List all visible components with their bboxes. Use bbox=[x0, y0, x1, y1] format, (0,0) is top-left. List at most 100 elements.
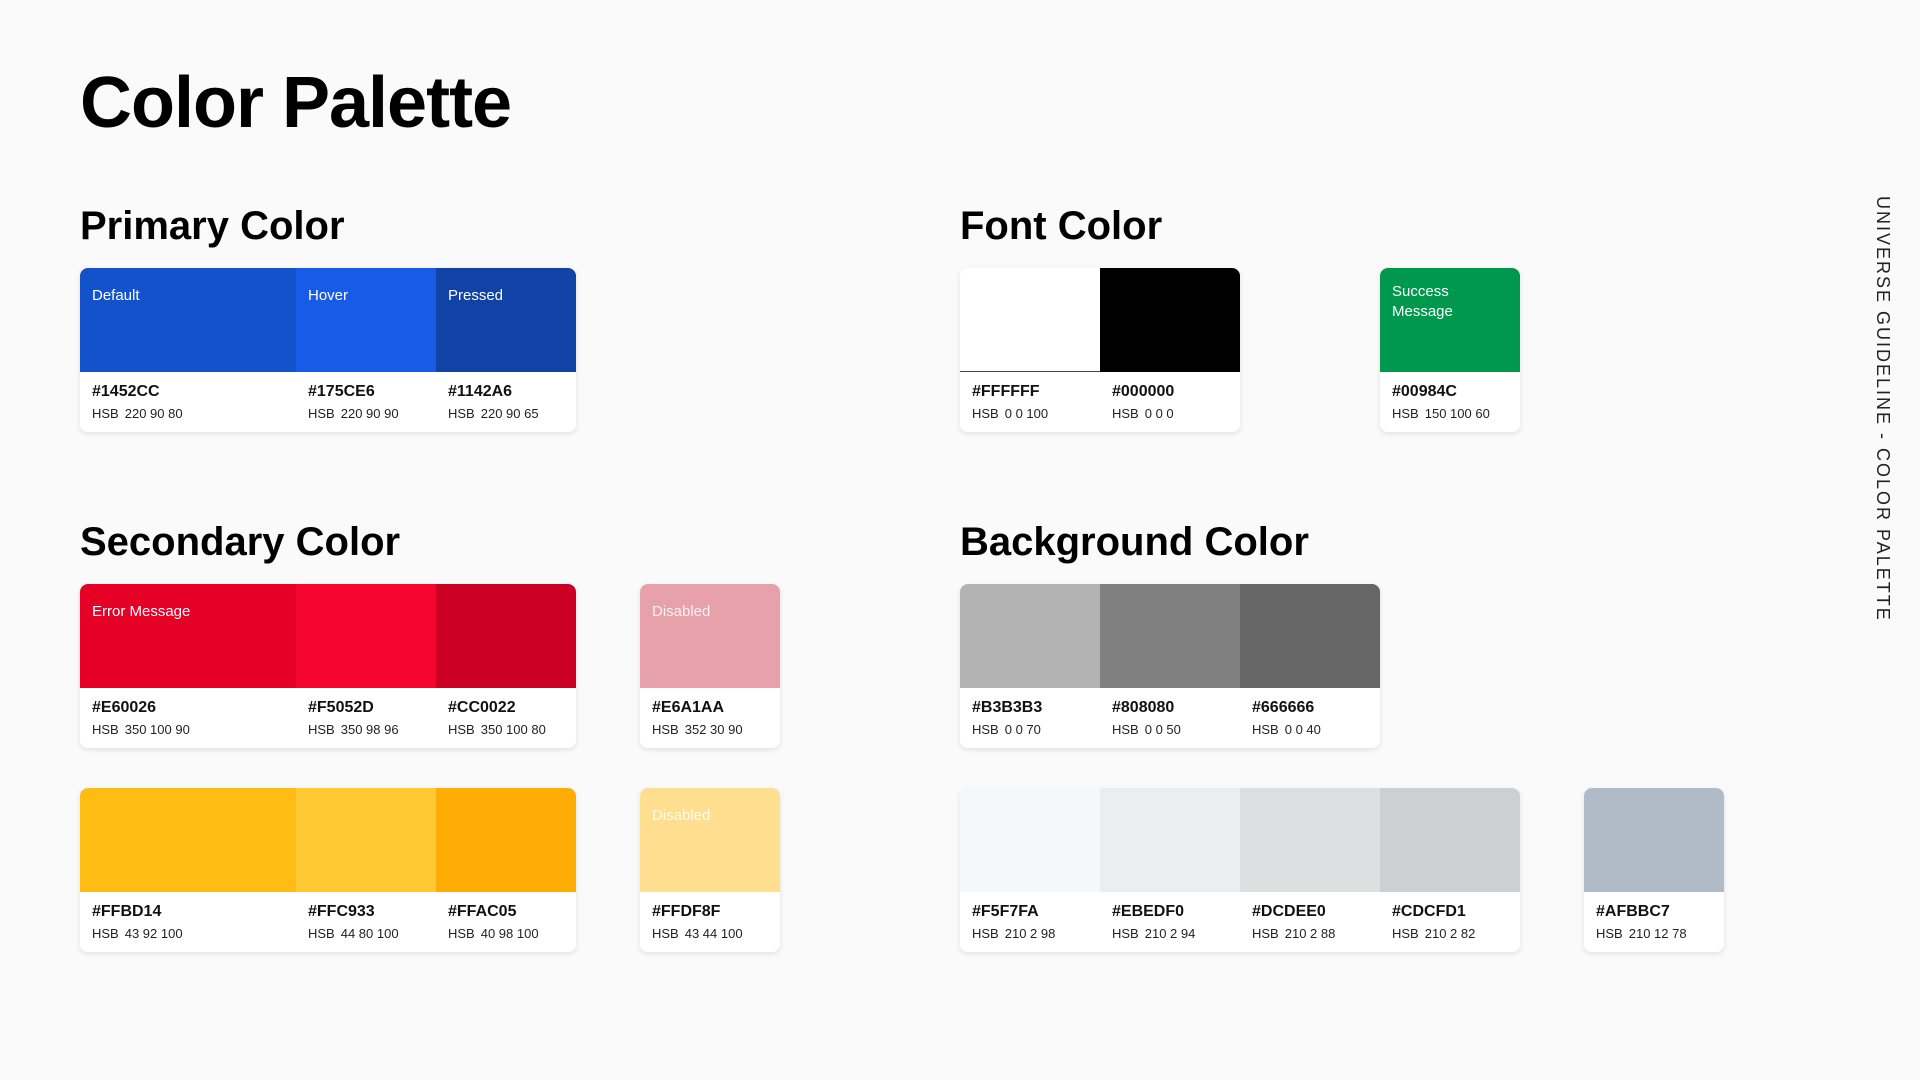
swatch-yellow-default[interactable]: #FFBD14 HSB 43 92 100 bbox=[80, 788, 296, 952]
hsb-value: HSB 210 2 88 bbox=[1252, 925, 1368, 942]
hsb-numbers: 0 0 50 bbox=[1144, 722, 1181, 737]
swatch-success-message[interactable]: Success Message #00984C HSB 150 100 60 bbox=[1380, 268, 1520, 432]
hsb-value: HSB 43 44 100 bbox=[652, 925, 768, 942]
swatch-fill bbox=[1100, 584, 1240, 688]
swatch-fill bbox=[1240, 788, 1380, 892]
swatch-light-82[interactable]: #CDCFD1 HSB 210 2 82 bbox=[1380, 788, 1520, 952]
secondary-yellow-card: #FFBD14 HSB 43 92 100 #FFC933 HSB 44 80 100 … bbox=[80, 788, 576, 952]
hsb-prefix: HSB bbox=[1252, 926, 1279, 941]
hsb-value: HSB 350 100 80 bbox=[448, 721, 564, 738]
swatch-fill bbox=[436, 584, 576, 688]
hsb-value: HSB 43 92 100 bbox=[92, 925, 284, 942]
hsb-prefix: HSB bbox=[1596, 926, 1623, 941]
hsb-numbers: 40 98 100 bbox=[480, 926, 539, 941]
hsb-value: HSB 220 90 65 bbox=[448, 405, 564, 422]
hsb-numbers: 350 98 96 bbox=[340, 722, 399, 737]
hsb-numbers: 0 0 0 bbox=[1144, 406, 1174, 421]
hsb-prefix: HSB bbox=[652, 722, 679, 737]
hsb-prefix: HSB bbox=[1392, 406, 1419, 421]
hsb-value: HSB 0 0 40 bbox=[1252, 721, 1368, 738]
swatch-fill: Disabled bbox=[640, 788, 780, 892]
hex-value: #808080 bbox=[1112, 699, 1175, 716]
swatch-light-98[interactable]: #F5F7FA HSB 210 2 98 bbox=[960, 788, 1100, 952]
hex-value: #AFBBC7 bbox=[1596, 903, 1670, 920]
swatch-gray-70[interactable]: #B3B3B3 HSB 0 0 70 bbox=[960, 584, 1100, 748]
hsb-value: HSB 350 100 90 bbox=[92, 721, 284, 738]
hex-value: #CC0022 bbox=[448, 699, 516, 716]
swatch-fill bbox=[960, 268, 1100, 372]
swatch-primary-default[interactable]: Default #1452CC HSB 220 90 80 bbox=[80, 268, 296, 432]
secondary-red-card: Error Message #E60026 HSB 350 100 90 #F505… bbox=[80, 584, 576, 748]
swatch-fill bbox=[960, 584, 1100, 688]
swatch-fill bbox=[960, 788, 1100, 892]
swatch-fill bbox=[1380, 788, 1520, 892]
hex-value: #E60026 bbox=[92, 699, 157, 716]
swatch-red-pressed[interactable]: #CC0022 HSB 350 100 80 bbox=[436, 584, 576, 748]
hsb-numbers: 352 30 90 bbox=[684, 722, 743, 737]
hsb-prefix: HSB bbox=[92, 406, 119, 421]
swatch-error-message[interactable]: Error Message #E60026 HSB 350 100 90 bbox=[80, 584, 296, 748]
hex-value: #000000 bbox=[1112, 383, 1175, 400]
hsb-numbers: 44 80 100 bbox=[340, 926, 399, 941]
swatch-yellow-pressed[interactable]: #FFAC05 HSB 40 98 100 bbox=[436, 788, 576, 952]
swatch-fill bbox=[296, 788, 436, 892]
swatch-steel[interactable]: #AFBBC7 HSB 210 12 78 bbox=[1584, 788, 1724, 952]
hsb-prefix: HSB bbox=[1112, 722, 1139, 737]
hsb-prefix: HSB bbox=[308, 406, 335, 421]
font-card: #FFFFFF HSB 0 0 100 #000000 HSB 0 0 0 bbox=[960, 268, 1240, 432]
hex-value: #175CE6 bbox=[308, 383, 375, 400]
swatch-fill: Success Message bbox=[1380, 268, 1520, 372]
side-label: UNIVERSE GUIDELINE - COLOR PALETTE bbox=[1873, 196, 1893, 622]
swatch-fill: Disabled bbox=[640, 584, 780, 688]
hsb-prefix: HSB bbox=[1252, 722, 1279, 737]
hsb-value: HSB 40 98 100 bbox=[448, 925, 564, 942]
swatch-fill: Hover bbox=[296, 268, 436, 372]
hsb-numbers: 150 100 60 bbox=[1424, 406, 1490, 421]
hsb-numbers: 210 2 82 bbox=[1424, 926, 1476, 941]
hsb-prefix: HSB bbox=[972, 926, 999, 941]
swatch-fill: Default bbox=[80, 268, 296, 372]
hsb-prefix: HSB bbox=[972, 722, 999, 737]
swatch-red-disabled[interactable]: Disabled #E6A1AA HSB 352 30 90 bbox=[640, 584, 780, 748]
swatch-font-white[interactable]: #FFFFFF HSB 0 0 100 bbox=[960, 268, 1100, 432]
hsb-numbers: 220 90 80 bbox=[124, 406, 183, 421]
hex-value: #B3B3B3 bbox=[972, 699, 1043, 716]
hsb-value: HSB 44 80 100 bbox=[308, 925, 424, 942]
hex-value: #DCDEE0 bbox=[1252, 903, 1326, 920]
hsb-value: HSB 350 98 96 bbox=[308, 721, 424, 738]
hex-value: #F5052D bbox=[308, 699, 374, 716]
swatch-red-hover[interactable]: #F5052D HSB 350 98 96 bbox=[296, 584, 436, 748]
hsb-value: HSB 0 0 50 bbox=[1112, 721, 1228, 738]
swatch-light-88[interactable]: #DCDEE0 HSB 210 2 88 bbox=[1240, 788, 1380, 952]
hsb-numbers: 43 44 100 bbox=[684, 926, 743, 941]
hex-value: #FFAC05 bbox=[448, 903, 517, 920]
page-title: Color Palette bbox=[80, 63, 512, 143]
hsb-value: HSB 210 12 78 bbox=[1596, 925, 1712, 942]
swatch-gray-50[interactable]: #808080 HSB 0 0 50 bbox=[1100, 584, 1240, 748]
success-card: Success Message #00984C HSB 150 100 60 bbox=[1380, 268, 1520, 432]
background-gray-card: #B3B3B3 HSB 0 0 70 #808080 HSB 0 0 50 #66666… bbox=[960, 584, 1380, 748]
hsb-numbers: 0 0 40 bbox=[1284, 722, 1321, 737]
hsb-prefix: HSB bbox=[1392, 926, 1419, 941]
swatch-gray-40[interactable]: #666666 HSB 0 0 40 bbox=[1240, 584, 1380, 748]
swatch-yellow-hover[interactable]: #FFC933 HSB 44 80 100 bbox=[296, 788, 436, 952]
hsb-prefix: HSB bbox=[652, 926, 679, 941]
hsb-numbers: 43 92 100 bbox=[124, 926, 183, 941]
swatch-primary-pressed[interactable]: Pressed #1142A6 HSB 220 90 65 bbox=[436, 268, 576, 432]
hsb-value: HSB 210 2 94 bbox=[1112, 925, 1228, 942]
hsb-numbers: 210 2 98 bbox=[1004, 926, 1056, 941]
swatch-yellow-disabled[interactable]: Disabled #FFDF8F HSB 43 44 100 bbox=[640, 788, 780, 952]
hex-value: #666666 bbox=[1252, 699, 1315, 716]
swatch-font-black[interactable]: #000000 HSB 0 0 0 bbox=[1100, 268, 1240, 432]
swatch-primary-hover[interactable]: Hover #175CE6 HSB 220 90 90 bbox=[296, 268, 436, 432]
hex-value: #F5F7FA bbox=[972, 903, 1039, 920]
swatch-light-94[interactable]: #EBEDF0 HSB 210 2 94 bbox=[1100, 788, 1240, 952]
hsb-value: HSB 220 90 80 bbox=[92, 405, 284, 422]
hsb-numbers: 220 90 90 bbox=[340, 406, 399, 421]
hsb-prefix: HSB bbox=[92, 722, 119, 737]
primary-section-title: Primary Color bbox=[80, 204, 345, 248]
swatch-fill bbox=[296, 584, 436, 688]
hex-value: #00984C bbox=[1392, 383, 1457, 400]
hsb-numbers: 0 0 100 bbox=[1004, 406, 1049, 421]
hex-value: #FFFFFF bbox=[972, 383, 1040, 400]
